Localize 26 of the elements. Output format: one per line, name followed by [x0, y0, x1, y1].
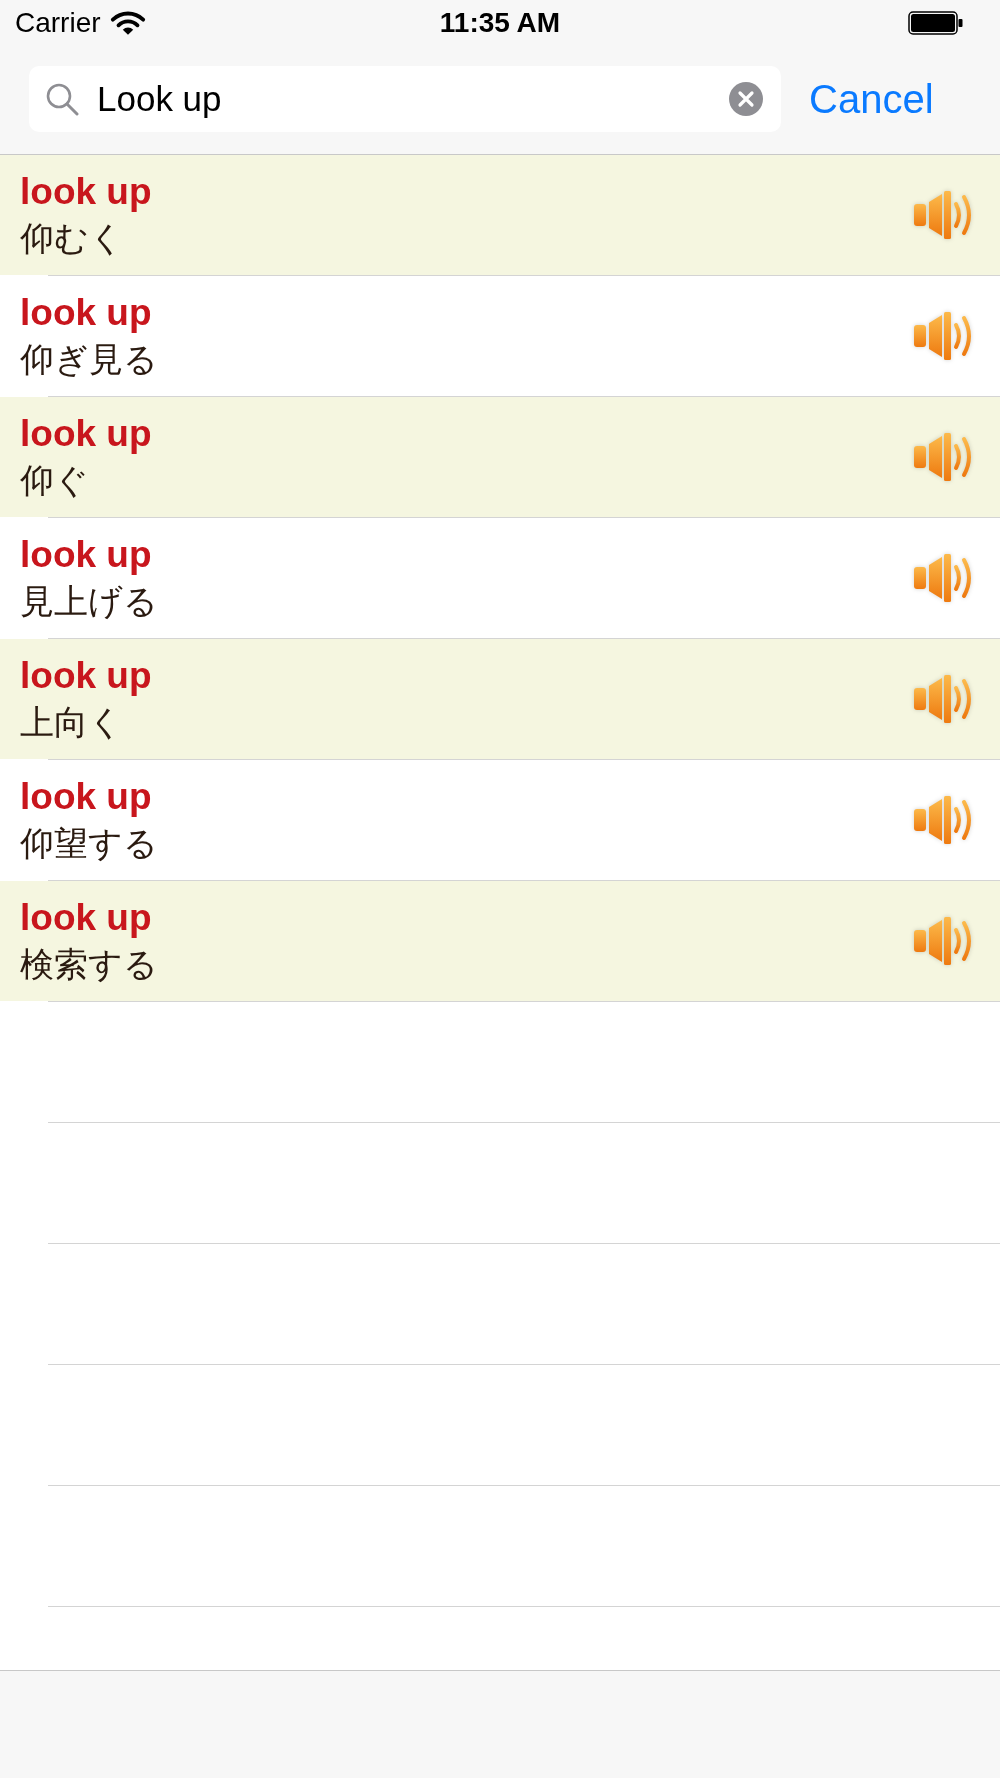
japanese-translation: 上向く	[20, 702, 123, 743]
japanese-translation: 見上げる	[20, 581, 158, 622]
japanese-translation: 検索する	[20, 944, 158, 985]
english-term: look up	[20, 775, 152, 819]
english-term: look up	[20, 412, 152, 456]
japanese-translation: 仰ぐ	[20, 460, 89, 501]
english-term: look up	[20, 291, 152, 335]
search-icon	[45, 82, 79, 116]
battery-icon	[908, 10, 964, 35]
result-row[interactable]: look up 上向く	[0, 639, 1000, 759]
clock-time: 11:35 AM	[439, 6, 561, 39]
clear-icon[interactable]	[729, 82, 763, 116]
carrier-name: Carrier	[15, 6, 101, 39]
english-term: look up	[20, 896, 152, 940]
japanese-translation: 仰ぎ見る	[20, 339, 158, 380]
japanese-translation: 仰望する	[20, 823, 158, 864]
english-term: look up	[20, 170, 152, 214]
result-row[interactable]: look up 検索する	[0, 881, 1000, 1001]
japanese-translation: 仰むく	[20, 218, 124, 259]
english-term: look up	[20, 533, 152, 577]
search-field[interactable]: Look up	[29, 66, 781, 132]
wifi-icon	[108, 9, 147, 36]
result-row[interactable]: look up 仰ぐ	[0, 397, 1000, 517]
cancel-button[interactable]: Cancel	[809, 76, 934, 122]
english-term: look up	[20, 654, 152, 698]
result-row[interactable]: look up 仰むく	[0, 155, 1000, 275]
